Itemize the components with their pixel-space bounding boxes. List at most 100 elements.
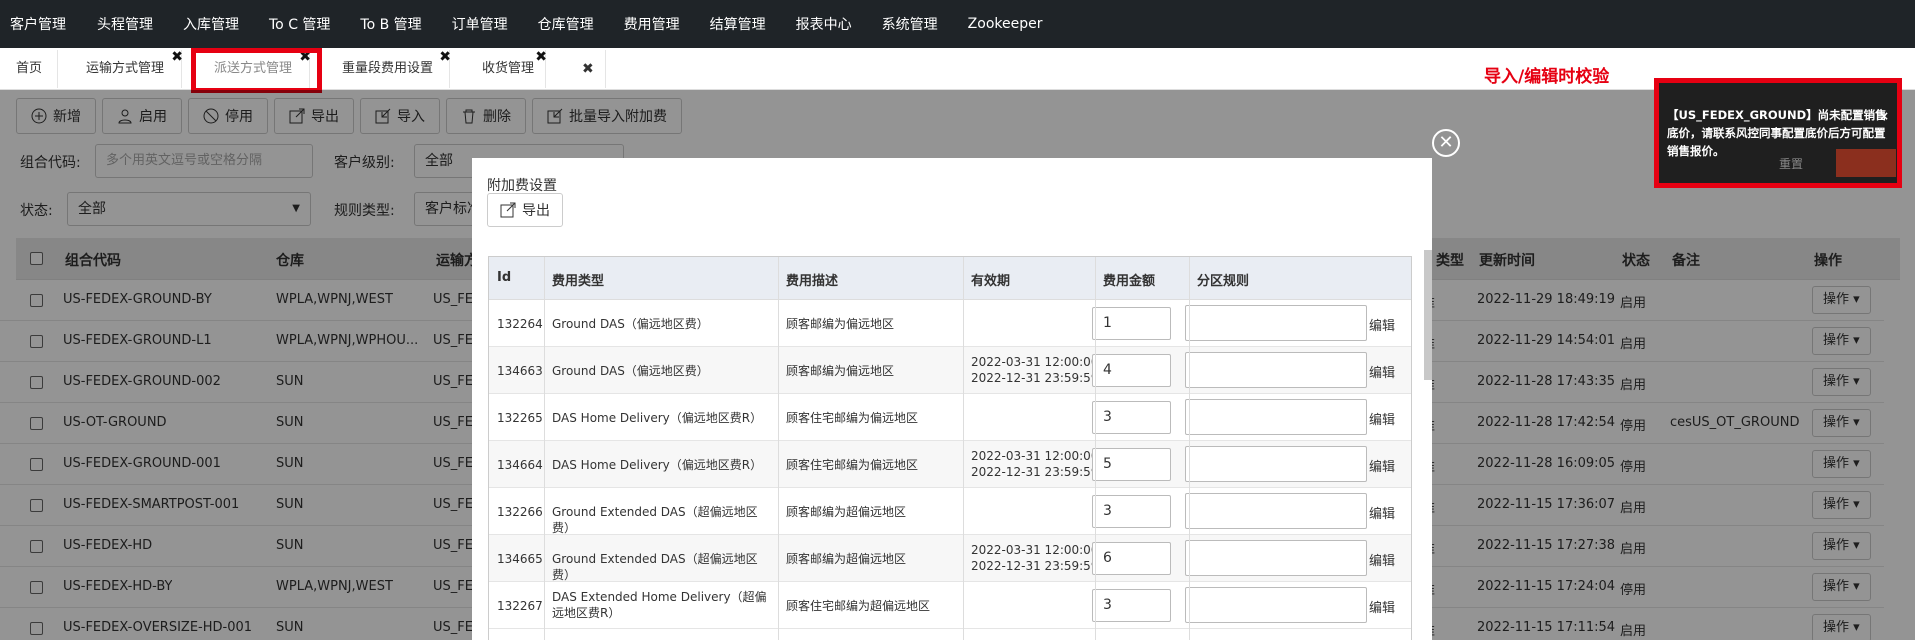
column-divider (1095, 257, 1096, 640)
tab-label: 运输方式管理 (86, 61, 165, 76)
fee-amount-input[interactable]: 3 (1092, 589, 1171, 622)
fee-amount-input[interactable]: 5 (1092, 448, 1171, 481)
nav-item[interactable]: 订单管理 (437, 14, 523, 34)
column-header: 费用金额 (1103, 274, 1156, 289)
cell-valid-from: 2022-03-31 12:00:00 (971, 543, 1099, 557)
cell-valid-to: 2022-12-31 23:59:59 (971, 371, 1099, 385)
cell-fee-type: DAS Extended Home Delivery（超偏远地区费R） (552, 590, 767, 620)
nav-item[interactable]: 结算管理 (695, 14, 781, 34)
cell-id: 134665 (497, 552, 543, 566)
button-label: 导出 (522, 203, 550, 219)
tab-label: 收货管理 (482, 61, 535, 76)
surcharge-row: 132266 Ground Extended DAS（超偏远地区费） 顾客邮编为超偏… (489, 488, 1411, 535)
surcharge-table: Id 费用类型 费用描述 有效期 费用金额 分区规则 132264 Ground … (488, 256, 1412, 640)
fee-amount-input[interactable]: 4 (1092, 354, 1171, 387)
modal-scrollbar[interactable] (1424, 250, 1432, 380)
nav-item[interactable]: To C 管理 (254, 14, 345, 34)
close-icon[interactable]: ✖ (535, 38, 547, 76)
cell-id: 132264 (497, 317, 543, 331)
modal-export-button[interactable]: 导出 (487, 193, 563, 227)
tab-transport-methods[interactable]: 运输方式管理 ✖ (70, 49, 183, 88)
modal-title: 附加费设置 (487, 178, 557, 194)
edit-link[interactable]: 编辑 (1369, 409, 1395, 428)
cell-fee-type: Ground Extended DAS（超偏远地区费） (552, 505, 758, 535)
column-divider (963, 257, 964, 640)
surcharge-settings-modal: 附加费设置 导出 Id 费用类型 费用描述 有效期 费用金额 分区规则 1322… (472, 158, 1432, 640)
nav-item[interactable]: 头程管理 (82, 14, 168, 34)
cell-fee-desc: 顾客邮编为超偏远地区 (786, 505, 907, 519)
zone-rule-input[interactable] (1185, 305, 1367, 341)
cell-id: 134663 (497, 364, 543, 378)
close-icon[interactable]: ✖ (171, 38, 183, 76)
column-divider (1189, 257, 1190, 640)
zone-rule-input[interactable] (1185, 352, 1367, 388)
surcharge-row: 134665 Ground Extended DAS（超偏远地区费） 顾客邮编为超偏… (489, 535, 1411, 582)
column-header: 有效期 (971, 274, 1011, 289)
cell-id: 132265 (497, 411, 543, 425)
nav-item[interactable]: Zookeeper (953, 16, 1058, 32)
surcharge-row: 134664 DAS Home Delivery（偏远地区费R） 顾客住宅邮编为偏远… (489, 441, 1411, 488)
fee-amount-input[interactable]: 1 (1092, 307, 1171, 340)
close-all-tabs-icon[interactable]: ✖ (566, 50, 606, 88)
error-toast: 【US_FEDEX_GROUND】尚未配置销售底价，请联系风控同事配置底价后方可… (1654, 78, 1902, 188)
fee-amount-input[interactable]: 3 (1092, 495, 1171, 528)
cell-fee-type: Ground DAS（偏远地区费） (552, 317, 709, 331)
column-header: 费用描述 (786, 274, 839, 289)
zone-rule-input[interactable] (1185, 399, 1367, 435)
fee-amount-input[interactable]: 6 (1092, 542, 1171, 575)
cell-valid-from: 2022-03-31 12:00:00 (971, 355, 1099, 369)
zone-rule-input[interactable] (1185, 493, 1367, 529)
cell-fee-type: DAS Home Delivery（偏远地区费R） (552, 411, 763, 425)
cell-id: 134664 (497, 458, 543, 472)
annotation-text: 导入/编辑时校验 (1484, 67, 1610, 87)
surcharge-row: 132265 DAS Home Delivery（偏远地区费R） 顾客住宅邮编为偏远… (489, 394, 1411, 441)
tab-receiving[interactable]: 收货管理 ✖ (466, 49, 547, 88)
close-icon[interactable]: ✖ (439, 38, 451, 76)
cell-valid-to: 2022-12-31 23:59:59 (971, 559, 1099, 573)
cell-fee-type: Ground Extended DAS（超偏远地区费） (552, 552, 758, 582)
column-header: Id (497, 270, 512, 285)
nav-item[interactable]: 费用管理 (609, 14, 695, 34)
zone-rule-input[interactable] (1185, 540, 1367, 576)
cell-fee-desc: 顾客邮编为偏远地区 (786, 364, 895, 378)
tab-label: 重量段费用设置 (342, 61, 434, 76)
cell-fee-desc: 顾客住宅邮编为超偏远地区 (786, 599, 931, 613)
zone-rule-input[interactable] (1185, 446, 1367, 482)
cell-valid-from: 2022-03-31 12:00:00 (971, 449, 1099, 463)
surcharge-row: 132267 DAS Extended Home Delivery（超偏远地区费R… (489, 582, 1411, 629)
tab-home[interactable]: 首页 (0, 50, 58, 88)
surcharge-row: 132264 Ground DAS（偏远地区费） 顾客邮编为偏远地区 1 编辑 (489, 300, 1411, 347)
cell-fee-type: DAS Home Delivery（偏远地区费R） (552, 458, 763, 472)
column-header: 费用类型 (552, 274, 605, 289)
cell-fee-desc: 顾客住宅邮编为偏远地区 (786, 458, 919, 472)
cell-fee-desc: 顾客住宅邮编为偏远地区 (786, 411, 919, 425)
surcharge-table-header: Id 费用类型 费用描述 有效期 费用金额 分区规则 (489, 257, 1411, 300)
modal-close-icon[interactable]: ✕ (1432, 129, 1460, 157)
close-icon[interactable]: × (1879, 107, 1889, 125)
edit-link[interactable]: 编辑 (1369, 315, 1395, 334)
column-divider (778, 257, 779, 640)
nav-item[interactable]: 系统管理 (867, 14, 953, 34)
fee-amount-input[interactable]: 3 (1092, 401, 1171, 434)
nav-item[interactable]: 仓库管理 (523, 14, 609, 34)
column-header: 分区规则 (1197, 274, 1250, 289)
cell-id: 132267 (497, 599, 543, 613)
nav-item[interactable]: 报表中心 (781, 14, 867, 34)
surcharge-row: 134663 Ground DAS（偏远地区费） 顾客邮编为偏远地区 2022-03-… (489, 347, 1411, 394)
nav-item[interactable]: 入库管理 (168, 14, 254, 34)
zone-rule-input[interactable] (1185, 587, 1367, 623)
reset-button-shadow: 重置 (1779, 157, 1804, 171)
edit-link[interactable]: 编辑 (1369, 597, 1395, 616)
nav-item[interactable]: To B 管理 (345, 14, 436, 34)
edit-link[interactable]: 编辑 (1369, 362, 1395, 381)
edit-link[interactable]: 编辑 (1369, 456, 1395, 475)
top-navigation: 客户管理 头程管理 入库管理 To C 管理 To B 管理 订单管理 仓库管理 费用管理 结算… (0, 0, 1915, 48)
tab-weight-fee-settings[interactable]: 重量段费用设置 ✖ (326, 49, 451, 88)
cell-fee-desc: 顾客邮编为偏远地区 (786, 317, 895, 331)
tab-highlight-box (191, 48, 322, 93)
export-icon (500, 202, 516, 218)
edit-link[interactable]: 编辑 (1369, 550, 1395, 569)
column-divider (544, 257, 545, 640)
edit-link[interactable]: 编辑 (1369, 503, 1395, 522)
nav-item[interactable]: 客户管理 (0, 14, 82, 34)
